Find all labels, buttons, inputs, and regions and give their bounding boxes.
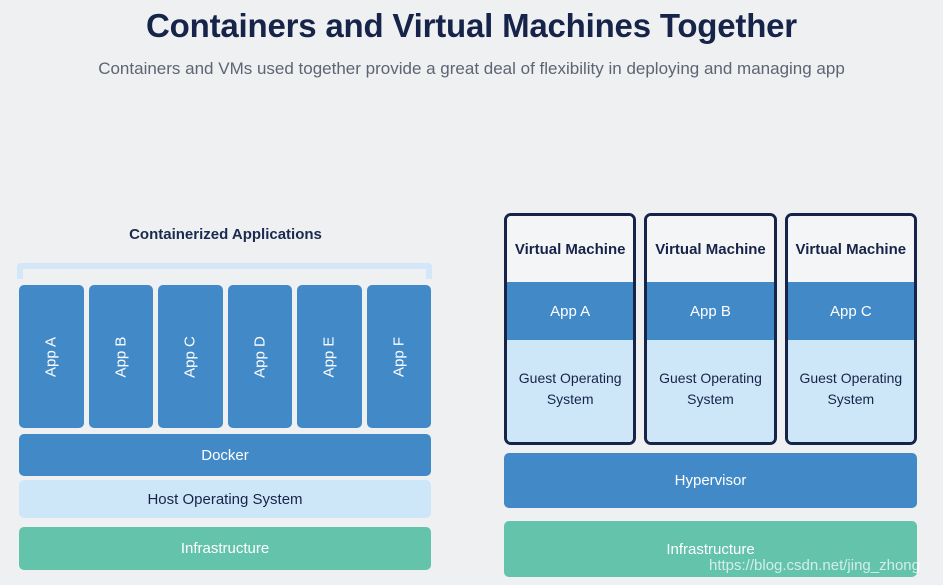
container-app-box: App D	[227, 285, 292, 428]
infrastructure-layer-right: Infrastructure	[504, 521, 917, 577]
container-app-label: App F	[390, 336, 408, 377]
virtual-machine-app-layer: App A	[507, 282, 634, 340]
virtual-machine-app-layer: App B	[647, 282, 774, 340]
container-app-label: App D	[251, 335, 269, 378]
virtual-machine-app-layer: App C	[787, 282, 914, 340]
virtual-machine-title: Virtual Machine	[787, 216, 914, 282]
container-app-box: App F	[366, 285, 431, 428]
guest-operating-system-layer: Guest Operating System	[787, 340, 914, 442]
guest-operating-system-layer: Guest Operating System	[507, 340, 634, 442]
containerized-applications-bracket	[17, 263, 432, 279]
header: Containers and Virtual Machines Together…	[0, 0, 943, 81]
container-app-label: App C	[181, 335, 199, 378]
host-operating-system-layer: Host Operating System	[19, 480, 431, 518]
container-apps-row: App A App B App C App D App E App F	[19, 285, 431, 428]
container-app-label: App E	[320, 336, 338, 377]
virtual-machine-title: Virtual Machine	[647, 216, 774, 282]
virtual-machine-title: Virtual Machine	[507, 216, 634, 282]
container-app-box: App C	[158, 285, 223, 428]
containerized-applications-title: Containerized Applications	[129, 226, 322, 243]
virtual-machine-box: Virtual Machine App B Guest Operating Sy…	[644, 213, 777, 445]
container-app-box: App A	[19, 285, 84, 428]
container-app-box: App B	[88, 285, 153, 428]
virtual-machines-row: Virtual Machine App A Guest Operating Sy…	[504, 213, 917, 445]
container-app-label: App A	[42, 336, 60, 377]
page-subtitle: Containers and VMs used together provide…	[98, 59, 845, 79]
page-title: Containers and Virtual Machines Together	[146, 7, 797, 44]
virtual-machine-box: Virtual Machine App A Guest Operating Sy…	[504, 213, 637, 445]
hypervisor-layer: Hypervisor	[504, 453, 917, 508]
container-app-label: App B	[112, 336, 130, 377]
guest-operating-system-layer: Guest Operating System	[647, 340, 774, 442]
docker-layer: Docker	[19, 434, 431, 476]
virtual-machine-box: Virtual Machine App C Guest Operating Sy…	[784, 213, 917, 445]
container-app-box: App E	[297, 285, 362, 428]
infrastructure-layer-left: Infrastructure	[19, 527, 431, 570]
